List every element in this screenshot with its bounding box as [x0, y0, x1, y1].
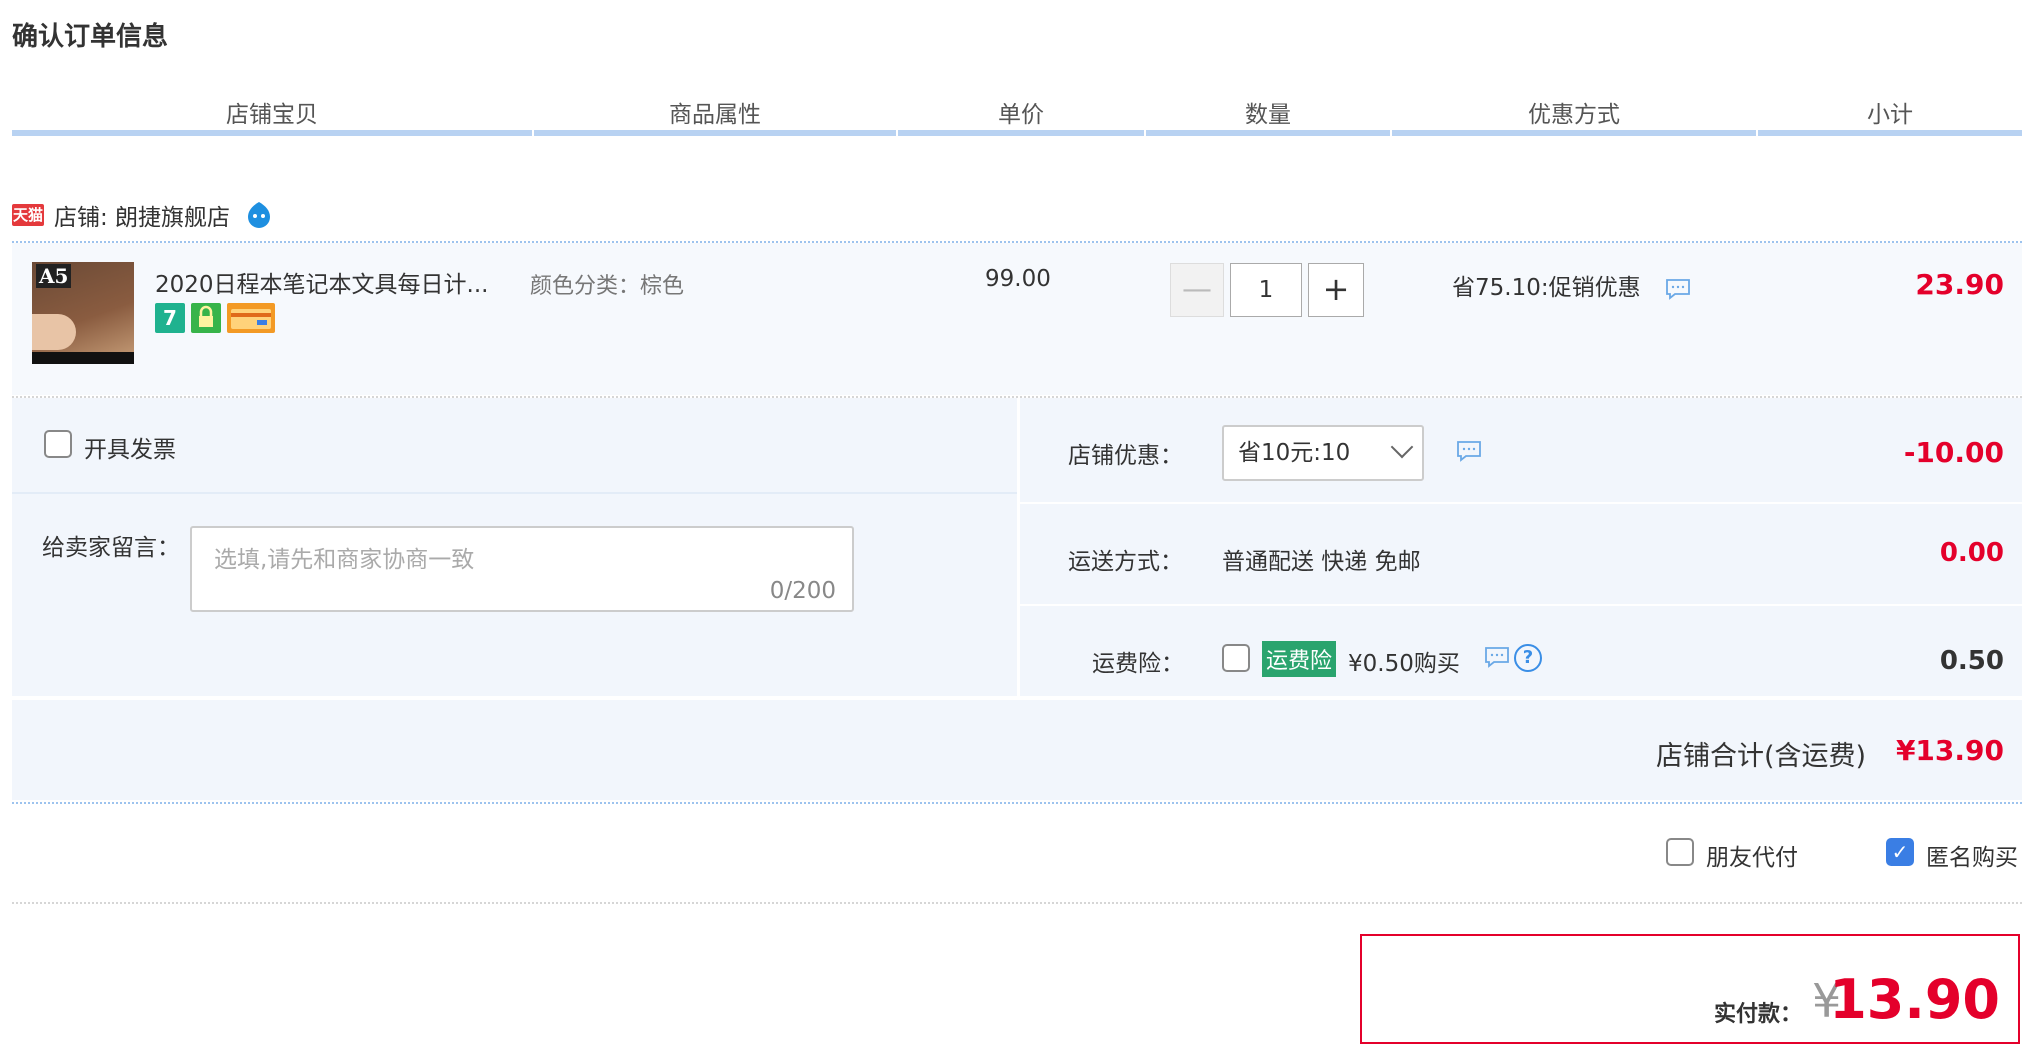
shop-coupon-amount: -10.00: [1903, 436, 2004, 469]
insurance-price-text[interactable]: ¥0.50购买: [1348, 644, 1460, 678]
column-header-unit-price: 单价: [998, 102, 1044, 128]
promotion-message-icon[interactable]: [1665, 278, 1691, 300]
column-header-shop-items: 店铺宝贝: [226, 102, 318, 128]
friend-pay-checkbox[interactable]: [1666, 838, 1694, 866]
message-placeholder: 选填,请先和商家协商一致: [214, 547, 475, 573]
anonymous-label[interactable]: 匿名购买: [1926, 838, 2018, 872]
product-thumbnail[interactable]: A5: [32, 262, 134, 364]
column-divider: [1146, 130, 1390, 136]
insurance-label: 运费险：: [1092, 651, 1184, 677]
quantity-input[interactable]: 1: [1230, 263, 1302, 317]
payment-amount: 13.90: [1829, 968, 2000, 1031]
payment-label: 实付款：: [1714, 1002, 1803, 1027]
column-header-attributes: 商品属性: [669, 102, 761, 128]
shop-total-label: 店铺合计(含运费): [1656, 741, 1867, 772]
insurance-badge: 运费险: [1262, 641, 1337, 677]
wangwang-icon[interactable]: [244, 200, 274, 230]
column-divider: [1758, 130, 2022, 136]
credit-card-icon[interactable]: [227, 303, 275, 333]
column-divider: [898, 130, 1144, 136]
column-divider: [534, 130, 896, 136]
shop-total-amount: ¥13.90: [1895, 734, 2004, 767]
guarantee-icon[interactable]: [191, 303, 221, 333]
promotion-text: 省75.10:促销优惠: [1452, 275, 1641, 301]
column-header-quantity: 数量: [1245, 102, 1291, 128]
chevron-down-icon: [1390, 435, 1414, 459]
unit-price: 99.00: [985, 266, 1051, 292]
service-icons: 7: [155, 303, 275, 333]
quantity-increase-button[interactable]: +: [1308, 263, 1364, 317]
column-divider: [12, 130, 532, 136]
seller-message-input[interactable]: 选填,请先和商家协商一致 0/200: [190, 526, 854, 612]
insurance-checkbox[interactable]: [1222, 644, 1250, 672]
shop-coupon-label: 店铺优惠：: [1068, 443, 1183, 469]
coupon-message-icon[interactable]: [1456, 440, 1482, 462]
shop-row: 天猫 店铺: 朗捷旗舰店: [12, 198, 274, 232]
column-header-subtotal: 小计: [1867, 102, 1913, 128]
shop-coupon-value: 省10元:10: [1238, 440, 1351, 466]
shop-name[interactable]: 店铺: 朗捷旗舰店: [54, 198, 230, 232]
invoice-checkbox[interactable]: [44, 430, 72, 458]
friend-pay-label[interactable]: 朋友代付: [1706, 838, 1798, 872]
insurance-message-icon[interactable]: [1484, 646, 1510, 668]
quantity-decrease-button[interactable]: —: [1170, 263, 1224, 317]
shipping-method: 普通配送 快递 免邮: [1222, 549, 1421, 575]
page-title: 确认订单信息: [12, 22, 169, 52]
shipping-label: 运送方式：: [1068, 549, 1183, 575]
column-divider: [1392, 130, 1756, 136]
shop-coupon-select[interactable]: 省10元:10: [1222, 425, 1424, 481]
help-icon[interactable]: ?: [1514, 644, 1542, 672]
product-attribute: 颜色分类：棕色: [530, 274, 685, 299]
payment-summary-box: 实付款： ¥ 13.90: [1360, 934, 2020, 1044]
message-label: 给卖家留言：: [42, 535, 180, 561]
invoice-label[interactable]: 开具发票: [84, 430, 176, 464]
separator: [12, 902, 2022, 904]
column-header-discount: 优惠方式: [1528, 102, 1620, 128]
product-title[interactable]: 2020日程本笔记本文具每日计...: [155, 265, 488, 299]
shipping-amount: 0.00: [1939, 538, 2004, 568]
anonymous-checkbox[interactable]: ✓: [1886, 838, 1914, 866]
message-char-count: 0/200: [769, 578, 836, 604]
seven-day-return-icon[interactable]: 7: [155, 303, 185, 333]
tmall-badge: 天猫: [12, 204, 44, 226]
item-subtotal: 23.90: [1915, 268, 2004, 301]
separator: [12, 802, 2022, 804]
insurance-amount: 0.50: [1939, 646, 2004, 676]
